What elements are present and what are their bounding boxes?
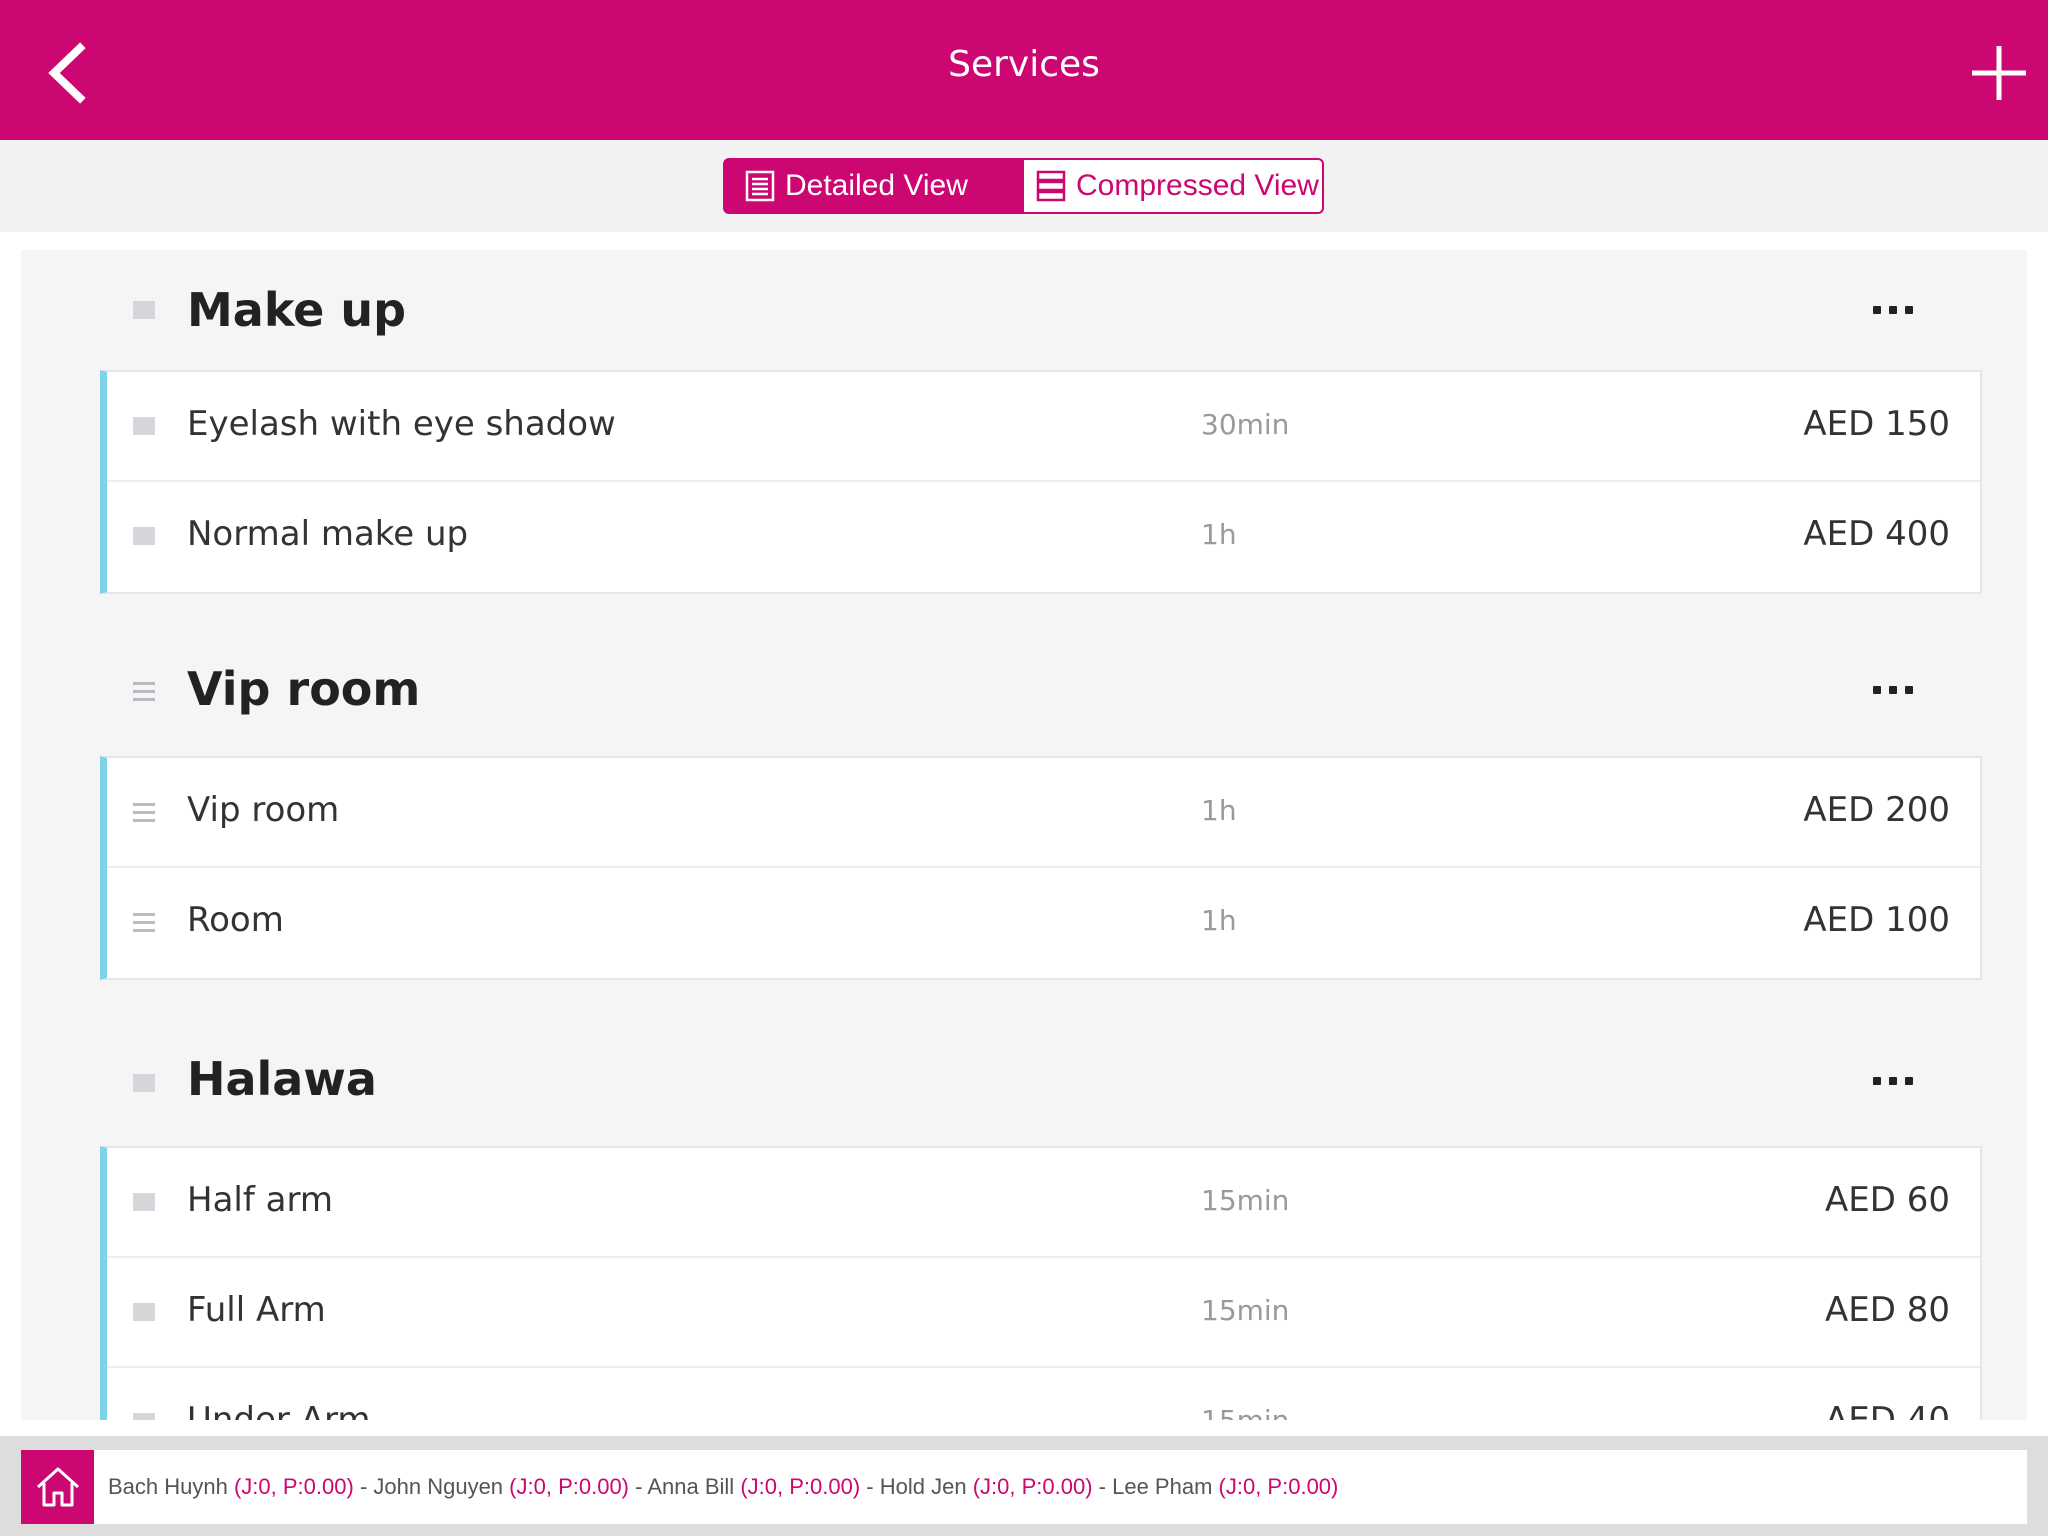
category-title: Make up — [187, 283, 407, 337]
drag-handle-icon[interactable] — [133, 1193, 155, 1211]
service-duration: 15min — [1201, 1294, 1290, 1327]
more-options-button[interactable] — [1873, 683, 1913, 697]
staff-stats: (J:0, P:0.00) — [1218, 1474, 1339, 1499]
service-row[interactable]: Normal make up 1h AED 400 — [107, 482, 1980, 592]
service-duration: 1h — [1201, 518, 1237, 551]
staff-name: Anna Bill — [647, 1474, 735, 1499]
drag-handle-icon[interactable] — [133, 1303, 155, 1321]
service-price: AED 200 — [1803, 790, 1950, 830]
service-card: Half arm 15min AED 60 Full Arm 15min AED… — [100, 1146, 1982, 1420]
service-price: AED 100 — [1803, 900, 1950, 940]
category-header: Vip room — [21, 594, 2027, 756]
service-duration: 30min — [1201, 408, 1290, 441]
service-name: Normal make up — [187, 514, 469, 554]
more-options-button[interactable] — [1873, 1074, 1913, 1088]
staff-name: Lee Pham — [1112, 1474, 1213, 1499]
plus-icon — [1972, 46, 2026, 100]
service-name: Full Arm — [187, 1290, 326, 1330]
staff-name: Bach Huynh — [108, 1474, 228, 1499]
compressed-list-icon — [1036, 170, 1066, 202]
detailed-view-button[interactable]: Detailed View — [723, 158, 1025, 214]
staff-list: Bach Huynh (J:0, P:0.00) - John Nguyen (… — [108, 1474, 1338, 1500]
service-price: AED 150 — [1803, 404, 1950, 444]
staff-name: John Nguyen — [373, 1474, 504, 1499]
compressed-view-label: Compressed View — [1076, 169, 1319, 202]
staff-separator: - — [1092, 1474, 1113, 1499]
drag-handle-icon[interactable] — [133, 803, 155, 823]
staff-stats: (J:0, P:0.00) — [740, 1474, 861, 1499]
service-card: Eyelash with eye shadow 30min AED 150 No… — [100, 370, 1982, 594]
staff-status-strip: Bach Huynh (J:0, P:0.00) - John Nguyen (… — [21, 1450, 2027, 1524]
add-service-button[interactable] — [1968, 42, 2030, 104]
category-title: Halawa — [187, 1052, 377, 1106]
service-price: AED 60 — [1825, 1180, 1950, 1220]
category-header: Halawa — [21, 980, 2027, 1146]
staff-stats: (J:0, P:0.00) — [972, 1474, 1093, 1499]
app-header: Services — [0, 0, 2048, 140]
service-price: AED 80 — [1825, 1290, 1950, 1330]
staff-separator: - — [353, 1474, 374, 1499]
service-name: Eyelash with eye shadow — [187, 404, 616, 444]
service-row[interactable]: Half arm 15min AED 60 — [107, 1148, 1980, 1258]
staff-name: Hold Jen — [879, 1474, 967, 1499]
detailed-list-icon — [745, 170, 775, 202]
drag-handle-icon[interactable] — [133, 913, 155, 933]
staff-stats: (J:0, P:0.00) — [509, 1474, 630, 1499]
service-name: Room — [187, 900, 284, 940]
service-name: Vip room — [187, 790, 340, 830]
staff-separator: - — [860, 1474, 880, 1499]
drag-handle-icon[interactable] — [133, 527, 155, 545]
compressed-view-button[interactable]: Compressed View — [1024, 158, 1324, 214]
service-row[interactable]: Room 1h AED 100 — [107, 868, 1980, 978]
detailed-view-label: Detailed View — [785, 169, 968, 202]
service-price: AED 400 — [1803, 514, 1950, 554]
service-card: Vip room 1h AED 200 Room 1h AED 100 — [100, 756, 1982, 980]
drag-handle-icon[interactable] — [133, 1074, 155, 1092]
staff-stats: (J:0, P:0.00) — [233, 1474, 354, 1499]
service-price: AED 40 — [1825, 1400, 1950, 1420]
service-duration: 1h — [1201, 904, 1237, 937]
more-options-button[interactable] — [1873, 303, 1913, 317]
services-list: Make up Eyelash with eye shadow 30min AE… — [21, 250, 2027, 1420]
home-icon — [36, 1467, 79, 1507]
drag-handle-icon[interactable] — [133, 1413, 155, 1420]
service-row[interactable]: Eyelash with eye shadow 30min AED 150 — [107, 372, 1980, 482]
page-title: Services — [948, 44, 1100, 85]
service-duration: 15min — [1201, 1404, 1289, 1420]
drag-handle-icon[interactable] — [133, 682, 155, 702]
service-row[interactable]: Under Arm 15min AED 40 — [107, 1368, 1980, 1420]
view-toggle-bar: Detailed View Compressed View — [0, 140, 2048, 232]
service-duration: 1h — [1201, 794, 1237, 827]
drag-handle-icon[interactable] — [133, 301, 155, 319]
service-row[interactable]: Vip room 1h AED 200 — [107, 758, 1980, 868]
service-name: Half arm — [187, 1180, 333, 1220]
category-header: Make up — [21, 250, 2027, 370]
service-duration: 15min — [1201, 1184, 1290, 1217]
service-row[interactable]: Full Arm 15min AED 80 — [107, 1258, 1980, 1368]
home-button[interactable] — [21, 1450, 94, 1524]
staff-separator: - — [629, 1474, 648, 1499]
category-title: Vip room — [187, 662, 421, 716]
staff-status-bar: Bach Huynh (J:0, P:0.00) - John Nguyen (… — [0, 1436, 2048, 1536]
service-name: Under Arm — [187, 1400, 371, 1420]
drag-handle-icon[interactable] — [133, 417, 155, 435]
